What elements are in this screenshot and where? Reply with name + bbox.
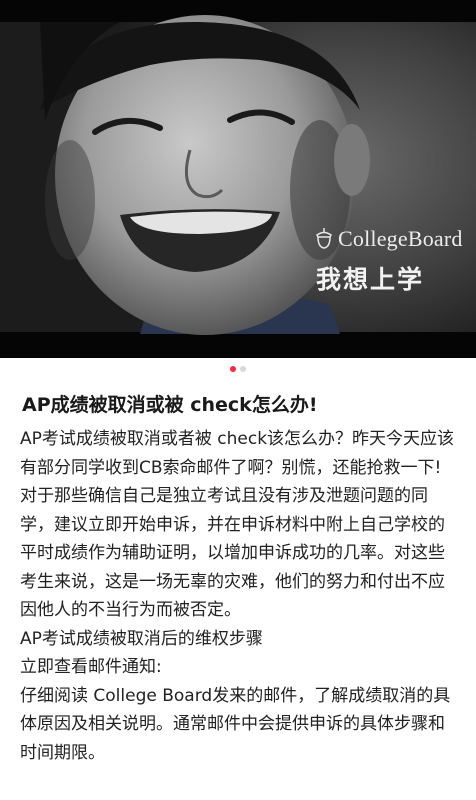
carousel-pagination <box>0 366 476 372</box>
post-paragraph: 对于那些确信自己是独立考试且没有涉及泄题问题的同学，建议立即开始申诉，并在申诉材… <box>20 486 445 620</box>
post-paragraph: 立即查看邮件通知: <box>20 657 162 677</box>
brand-lockup: CollegeBoard <box>314 226 464 252</box>
brand-slogan: 我想上学 <box>316 265 425 294</box>
post-paragraph: AP考试成绩被取消或者被 check该怎么办？昨天今天应该有部分同学收到CB索命… <box>20 429 455 478</box>
post-body: AP考试成绩被取消或者被 check该怎么办？昨天今天应该有部分同学收到CB索命… <box>20 425 460 767</box>
post-paragraph: AP考试成绩被取消后的维权步骤 <box>20 628 263 649</box>
post-title: AP成绩被取消或被 check怎么办! <box>22 394 318 416</box>
post-image-carousel[interactable]: CollegeBoard 我想上学 <box>0 0 476 358</box>
smiling-student-photo <box>0 0 476 358</box>
post-paragraph: 仔细阅读 College Board发来的邮件，了解成绩取消的具体原因及相关说明… <box>20 685 451 763</box>
acorn-logo-icon <box>314 227 334 251</box>
brand-overlay: CollegeBoard 我想上学 <box>314 226 464 296</box>
carousel-dot-1[interactable] <box>230 366 236 372</box>
carousel-dot-2[interactable] <box>240 366 246 372</box>
brand-name: CollegeBoard <box>338 226 463 251</box>
